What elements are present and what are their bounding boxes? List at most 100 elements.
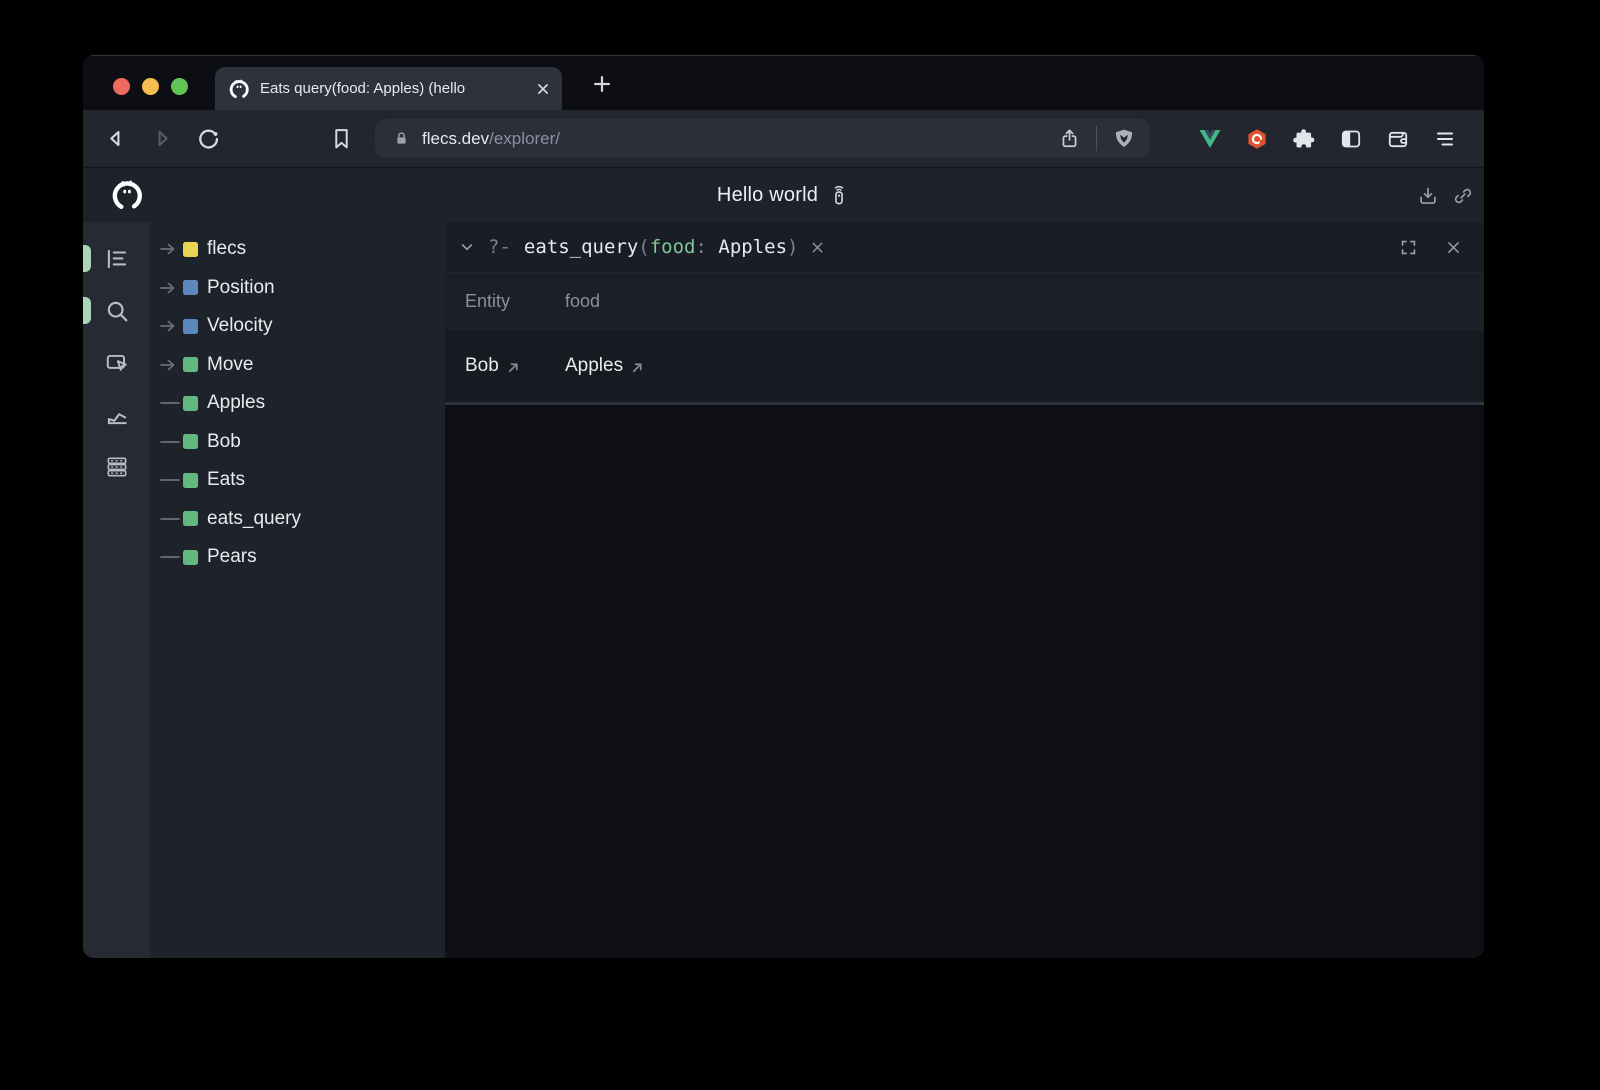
- inspect-panel-icon[interactable]: [104, 350, 130, 376]
- result-cell-food: Apples: [565, 355, 644, 377]
- query-clear-icon[interactable]: [809, 239, 826, 256]
- food-link[interactable]: Apples: [565, 355, 623, 377]
- result-table-header: Entity food: [445, 272, 1484, 329]
- app-title-group: Hello world: [717, 184, 850, 207]
- tree-item-Eats[interactable]: Eats: [150, 461, 445, 500]
- tree-item-Bob[interactable]: Bob: [150, 423, 445, 462]
- query-param: food: [650, 236, 696, 258]
- query-prefix: ?-: [488, 236, 511, 258]
- query-expression[interactable]: ?-eats_query(food: Apples): [488, 236, 798, 258]
- traffic-lights: [113, 78, 188, 95]
- close-panel-icon[interactable]: [1445, 239, 1462, 256]
- expand-arrow-icon[interactable]: [160, 280, 181, 296]
- browser-toolbar: flecs.dev/explorer/: [83, 110, 1484, 167]
- share-icon[interactable]: [1058, 127, 1081, 150]
- tree-item-label: Eats: [207, 469, 245, 491]
- brave-shield-icon[interactable]: [1112, 127, 1136, 151]
- vue-devtools-icon[interactable]: [1198, 127, 1222, 151]
- entity-kind-swatch: [183, 550, 198, 565]
- header-actions: [1417, 168, 1474, 223]
- entity-tree: flecs Position Velocity Move Apples Bob Eats ea…: [150, 222, 445, 958]
- sidebar-toggle-icon[interactable]: [1339, 127, 1363, 151]
- leaf-dash-icon: [160, 511, 181, 527]
- download-icon[interactable]: [1417, 185, 1439, 207]
- search-panel-icon[interactable]: [104, 298, 130, 324]
- expand-arrow-icon[interactable]: [160, 357, 181, 373]
- query-value: Apples: [718, 236, 787, 258]
- browser-tab[interactable]: Eats query(food: Apples) (hello: [215, 67, 562, 110]
- url-domain: flecs.dev: [422, 129, 489, 148]
- tab-title: Eats query(food: Apples) (hello: [260, 80, 530, 97]
- entity-kind-swatch: [183, 280, 198, 295]
- tree-item-eats_query[interactable]: eats_query: [150, 500, 445, 539]
- leaf-dash-icon: [160, 549, 181, 565]
- fullscreen-icon[interactable]: [1399, 238, 1418, 257]
- external-link-icon[interactable]: [631, 361, 644, 374]
- main-panel: ?-eats_query(food: Apples) Entity food B…: [445, 222, 1484, 958]
- tree-item-Apples[interactable]: Apples: [150, 384, 445, 423]
- result-rows: Bob Apples: [445, 329, 1484, 402]
- hexagon-extension-icon[interactable]: [1245, 127, 1269, 151]
- leaf-dash-icon: [160, 395, 181, 411]
- back-button[interactable]: [103, 126, 128, 151]
- result-row: Bob Apples: [445, 329, 1484, 402]
- browser-window: Eats query(food: Apples) (hello flecs.de…: [83, 55, 1484, 958]
- tree-item-flecs[interactable]: flecs: [150, 230, 445, 269]
- remote-connection-icon[interactable]: [828, 184, 850, 206]
- tree-item-label: Pears: [207, 546, 257, 568]
- entity-kind-swatch: [183, 434, 198, 449]
- tree-item-label: flecs: [207, 238, 246, 260]
- external-link-icon[interactable]: [507, 361, 520, 374]
- bookmark-icon[interactable]: [329, 126, 354, 151]
- zoom-window-button[interactable]: [171, 78, 188, 95]
- tab-close-icon[interactable]: [534, 80, 552, 98]
- tree-panel-icon[interactable]: [104, 246, 130, 272]
- active-panel-indicator: [83, 297, 91, 324]
- link-icon[interactable]: [1452, 185, 1474, 207]
- tree-item-label: Position: [207, 277, 275, 299]
- query-name: eats_query: [524, 236, 638, 258]
- tree-item-Move[interactable]: Move: [150, 346, 445, 385]
- flecs-logo-icon[interactable]: [110, 178, 144, 212]
- tree-item-label: eats_query: [207, 508, 301, 530]
- expand-arrow-icon[interactable]: [160, 318, 181, 334]
- close-window-button[interactable]: [113, 78, 130, 95]
- chevron-down-icon[interactable]: [459, 239, 475, 255]
- leaf-dash-icon: [160, 472, 181, 488]
- entity-kind-swatch: [183, 357, 198, 372]
- wallet-icon[interactable]: [1386, 127, 1410, 151]
- tree-item-label: Velocity: [207, 315, 272, 337]
- url-path: /explorer/: [489, 129, 560, 148]
- tree-item-label: Bob: [207, 431, 241, 453]
- url-bar[interactable]: flecs.dev/explorer/: [375, 119, 1150, 158]
- entity-kind-swatch: [183, 473, 198, 488]
- entity-link[interactable]: Bob: [465, 355, 499, 377]
- tree-item-Position[interactable]: Position: [150, 269, 445, 308]
- tables-panel-icon[interactable]: [104, 454, 130, 480]
- flecs-favicon-icon: [228, 78, 250, 100]
- active-panel-indicator: [83, 245, 91, 272]
- app-header: Hello world: [83, 167, 1484, 222]
- menu-hamburger-icon[interactable]: [1433, 127, 1457, 151]
- stats-panel-icon[interactable]: [104, 402, 130, 428]
- tree-item-Pears[interactable]: Pears: [150, 538, 445, 577]
- extensions-puzzle-icon[interactable]: [1292, 127, 1316, 151]
- forward-button[interactable]: [150, 126, 175, 151]
- new-tab-button[interactable]: [591, 73, 613, 95]
- tree-item-Velocity[interactable]: Velocity: [150, 307, 445, 346]
- tab-bar: Eats query(food: Apples) (hello: [83, 55, 1484, 110]
- query-header: ?-eats_query(food: Apples): [445, 222, 1484, 272]
- leaf-dash-icon: [160, 434, 181, 450]
- column-header-food: food: [565, 291, 600, 312]
- content-area: flecs Position Velocity Move Apples Bob Eats ea…: [83, 222, 1484, 958]
- empty-canvas: [445, 405, 1484, 958]
- reload-button[interactable]: [196, 126, 221, 151]
- entity-kind-swatch: [183, 396, 198, 411]
- minimize-window-button[interactable]: [142, 78, 159, 95]
- url-bar-actions: [1058, 126, 1150, 151]
- tree-item-label: Apples: [207, 392, 265, 414]
- page-title: Hello world: [717, 184, 818, 207]
- column-header-entity: Entity: [465, 291, 565, 312]
- tree-item-label: Move: [207, 354, 253, 376]
- expand-arrow-icon[interactable]: [160, 241, 181, 257]
